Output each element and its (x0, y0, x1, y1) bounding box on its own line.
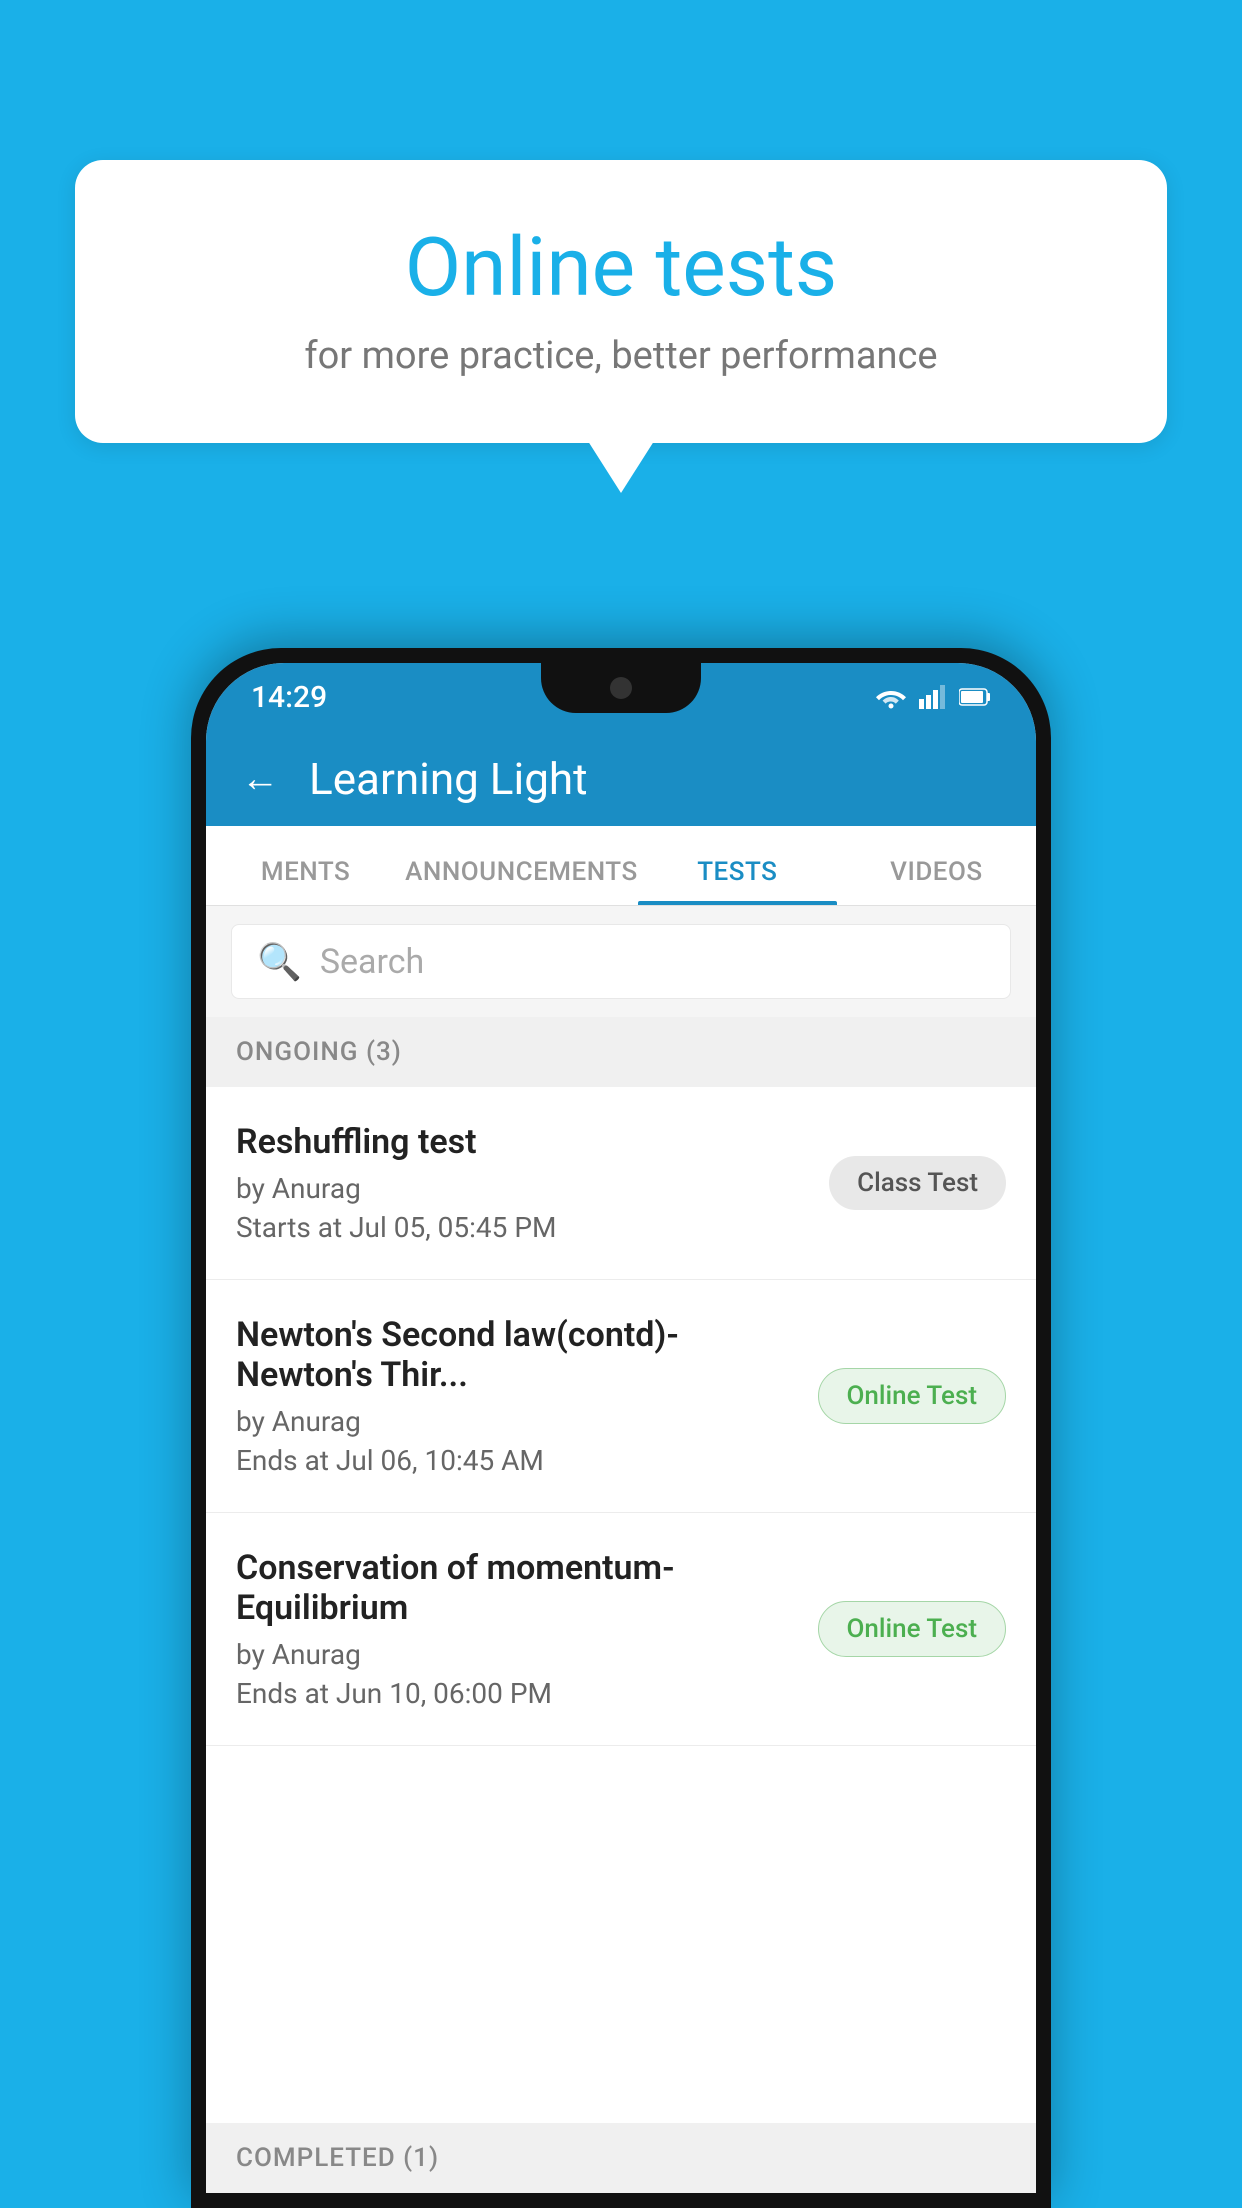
test-badge-3: Online Test (818, 1601, 1007, 1657)
app-header: ← Learning Light (206, 731, 1036, 826)
tab-ments[interactable]: MENTS (206, 857, 405, 905)
signal-icon (919, 685, 947, 709)
test-info-1: Reshuffling test by Anurag Starts at Jul… (236, 1122, 829, 1244)
status-time: 14:29 (251, 680, 327, 715)
test-author-3: by Anurag (236, 1638, 798, 1671)
bubble-subtitle: for more practice, better performance (155, 334, 1087, 378)
test-author-2: by Anurag (236, 1405, 798, 1438)
phone-frame: 14:29 (191, 648, 1051, 2208)
notch (541, 663, 701, 713)
tab-announcements[interactable]: ANNOUNCEMENTS (405, 857, 638, 905)
test-badge-1: Class Test (829, 1156, 1006, 1210)
back-button[interactable]: ← (241, 757, 279, 801)
test-info-3: Conservation of momentum-Equilibrium by … (236, 1548, 818, 1710)
test-info-2: Newton's Second law(contd)-Newton's Thir… (236, 1315, 818, 1477)
status-icons (875, 685, 991, 709)
tab-tests[interactable]: TESTS (638, 857, 837, 905)
search-container: 🔍 Search (206, 906, 1036, 1017)
completed-section-label: COMPLETED (1) (206, 2123, 1036, 2193)
app-title: Learning Light (309, 753, 588, 805)
test-item-2[interactable]: Newton's Second law(contd)-Newton's Thir… (206, 1280, 1036, 1513)
speech-bubble: Online tests for more practice, better p… (75, 160, 1167, 443)
tab-videos[interactable]: VIDEOS (837, 857, 1036, 905)
test-item-3[interactable]: Conservation of momentum-Equilibrium by … (206, 1513, 1036, 1746)
test-date-3: Ends at Jun 10, 06:00 PM (236, 1677, 798, 1710)
test-name-2: Newton's Second law(contd)-Newton's Thir… (236, 1315, 798, 1395)
ongoing-section-label: ONGOING (3) (206, 1017, 1036, 1087)
test-name-1: Reshuffling test (236, 1122, 809, 1162)
camera-dot (610, 677, 632, 699)
tabs-bar: MENTS ANNOUNCEMENTS TESTS VIDEOS (206, 826, 1036, 906)
test-date-2: Ends at Jul 06, 10:45 AM (236, 1444, 798, 1477)
test-author-1: by Anurag (236, 1172, 809, 1205)
test-badge-2: Online Test (818, 1368, 1007, 1424)
search-placeholder: Search (320, 942, 424, 982)
speech-bubble-container: Online tests for more practice, better p… (75, 160, 1167, 443)
test-name-3: Conservation of momentum-Equilibrium (236, 1548, 798, 1628)
status-bar: 14:29 (206, 663, 1036, 731)
search-icon: 🔍 (257, 941, 302, 983)
battery-icon (959, 687, 991, 707)
search-bar[interactable]: 🔍 Search (231, 924, 1011, 999)
bubble-title: Online tests (155, 220, 1087, 316)
phone-inner: 14:29 (206, 663, 1036, 2193)
test-date-1: Starts at Jul 05, 05:45 PM (236, 1211, 809, 1244)
test-item-1[interactable]: Reshuffling test by Anurag Starts at Jul… (206, 1087, 1036, 1280)
wifi-icon (875, 685, 907, 709)
